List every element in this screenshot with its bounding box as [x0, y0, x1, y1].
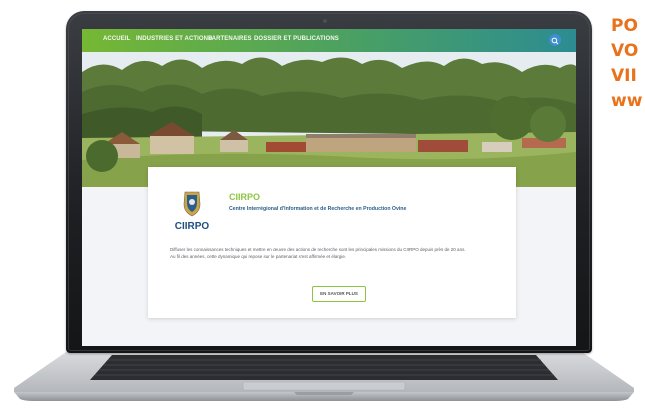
promo-text: PO VO VII ww	[611, 14, 645, 134]
card-body-paragraph: Au fil des années, cette dynamique qui r…	[170, 253, 347, 259]
nav-item-dossier[interactable]: DOSSIER ET PUBLICATIONS	[254, 36, 339, 42]
learn-more-button[interactable]: EN SAVOIR PLUS	[312, 286, 366, 302]
camera-icon	[323, 19, 327, 23]
laptop-base	[14, 352, 634, 401]
promo-line: VO	[611, 41, 639, 61]
keyboard	[90, 355, 558, 380]
card-title: CIIRPO	[229, 192, 261, 202]
laptop-screen: ACCUEIL INDUSTRIES ET ACTIONS PARTENAIRE…	[82, 29, 576, 346]
card-body-paragraph: Diffuser les connaissances techniques et…	[170, 247, 466, 252]
site-navbar: ACCUEIL INDUSTRIES ET ACTIONS PARTENAIRE…	[82, 29, 576, 52]
nav-item-partenaires[interactable]: PARTENAIRES	[208, 36, 252, 42]
intro-card: CIIRPO CIIRPO Centre Interrégional d'Inf…	[148, 167, 516, 318]
card-subtitle: Centre Interrégional d'Information et de…	[229, 206, 407, 212]
promo-line: VII	[611, 66, 637, 86]
ciirpo-logo: CIIRPO	[175, 191, 210, 232]
trackpad	[242, 381, 406, 391]
promo-line: PO	[611, 16, 638, 36]
nav-item-accueil[interactable]: ACCUEIL	[103, 36, 130, 42]
laptop-lid: ACCUEIL INDUSTRIES ET ACTIONS PARTENAIRE…	[66, 11, 592, 353]
promo-line: ww	[611, 91, 643, 111]
logo-text: CIIRPO	[175, 221, 210, 232]
nav-item-industries[interactable]: INDUSTRIES ET ACTIONS	[136, 36, 212, 42]
card-body: Diffuser les connaissances techniques et…	[170, 247, 490, 260]
search-icon[interactable]	[549, 34, 561, 46]
